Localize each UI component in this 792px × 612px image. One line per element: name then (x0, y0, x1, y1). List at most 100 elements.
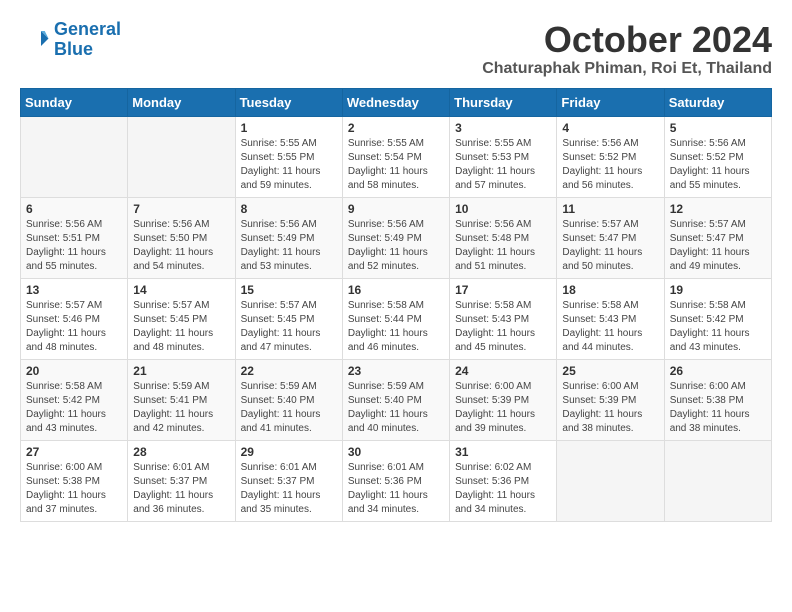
day-number: 20 (26, 364, 122, 378)
day-number: 22 (241, 364, 337, 378)
day-info: Sunrise: 6:00 AM Sunset: 5:39 PM Dayligh… (455, 380, 551, 436)
weekday-header-row: SundayMondayTuesdayWednesdayThursdayFrid… (21, 88, 772, 116)
calendar-day-cell: 23 Sunrise: 5:59 AM Sunset: 5:40 PM Dayli… (342, 359, 449, 440)
logo: General Blue (20, 20, 121, 60)
calendar-day-cell: 12Sunrise: 5:57 AM Sunset: 5:47 PM Dayli… (664, 197, 771, 278)
day-number: 1 (241, 121, 337, 135)
calendar-day-cell: 31 Sunrise: 6:02 AM Sunset: 5:36 PM Dayli… (450, 440, 557, 521)
calendar-week-row: 13Sunrise: 5:57 AM Sunset: 5:46 PM Dayli… (21, 278, 772, 359)
day-info: Sunrise: 5:58 AM Sunset: 5:43 PM Dayligh… (455, 299, 551, 355)
weekday-header-cell: Monday (128, 88, 235, 116)
day-number: 27 (26, 445, 122, 459)
calendar-table: SundayMondayTuesdayWednesdayThursdayFrid… (20, 88, 772, 522)
day-number: 16 (348, 283, 444, 297)
day-number: 30 (348, 445, 444, 459)
day-number: 19 (670, 283, 766, 297)
calendar-day-cell: 4 Sunrise: 5:56 AM Sunset: 5:52 PM Daylig… (557, 116, 664, 197)
calendar-day-cell: 24 Sunrise: 6:00 AM Sunset: 5:39 PM Dayli… (450, 359, 557, 440)
calendar-day-cell: 10 Sunrise: 5:56 AM Sunset: 5:48 PM Dayli… (450, 197, 557, 278)
calendar-day-cell: 8 Sunrise: 5:56 AM Sunset: 5:49 PM Daylig… (235, 197, 342, 278)
calendar-day-cell: 15 Sunrise: 5:57 AM Sunset: 5:45 PM Dayli… (235, 278, 342, 359)
calendar-day-cell: 9Sunrise: 5:56 AM Sunset: 5:49 PM Daylig… (342, 197, 449, 278)
location-title: Chaturaphak Phiman, Roi Et, Thailand (482, 60, 772, 78)
weekday-header-cell: Friday (557, 88, 664, 116)
day-number: 3 (455, 121, 551, 135)
calendar-day-cell: 14 Sunrise: 5:57 AM Sunset: 5:45 PM Dayli… (128, 278, 235, 359)
calendar-day-cell (557, 440, 664, 521)
month-title: October 2024 (482, 20, 772, 60)
calendar-day-cell: 13Sunrise: 5:57 AM Sunset: 5:46 PM Dayli… (21, 278, 128, 359)
day-number: 28 (133, 445, 229, 459)
day-info: Sunrise: 5:59 AM Sunset: 5:41 PM Dayligh… (133, 380, 229, 436)
logo-icon (20, 25, 50, 55)
calendar-day-cell: 5Sunrise: 5:56 AM Sunset: 5:52 PM Daylig… (664, 116, 771, 197)
logo-line2: Blue (54, 40, 121, 60)
calendar-day-cell (128, 116, 235, 197)
day-info: Sunrise: 6:01 AM Sunset: 5:37 PM Dayligh… (133, 461, 229, 517)
calendar-day-cell: 22Sunrise: 5:59 AM Sunset: 5:40 PM Dayli… (235, 359, 342, 440)
day-info: Sunrise: 5:57 AM Sunset: 5:45 PM Dayligh… (241, 299, 337, 355)
calendar-week-row: 6 Sunrise: 5:56 AM Sunset: 5:51 PM Daylig… (21, 197, 772, 278)
logo-line1: General (54, 19, 121, 39)
day-info: Sunrise: 5:56 AM Sunset: 5:52 PM Dayligh… (562, 137, 658, 193)
day-info: Sunrise: 6:00 AM Sunset: 5:39 PM Dayligh… (562, 380, 658, 436)
day-number: 25 (562, 364, 658, 378)
day-info: Sunrise: 6:02 AM Sunset: 5:36 PM Dayligh… (455, 461, 551, 517)
day-number: 4 (562, 121, 658, 135)
calendar-day-cell: 28 Sunrise: 6:01 AM Sunset: 5:37 PM Dayli… (128, 440, 235, 521)
calendar-day-cell: 29Sunrise: 6:01 AM Sunset: 5:37 PM Dayli… (235, 440, 342, 521)
calendar-week-row: 20 Sunrise: 5:58 AM Sunset: 5:42 PM Dayli… (21, 359, 772, 440)
calendar-day-cell (21, 116, 128, 197)
day-number: 14 (133, 283, 229, 297)
calendar-day-cell: 1Sunrise: 5:55 AM Sunset: 5:55 PM Daylig… (235, 116, 342, 197)
day-number: 9 (348, 202, 444, 216)
day-number: 18 (562, 283, 658, 297)
calendar-day-cell: 7Sunrise: 5:56 AM Sunset: 5:50 PM Daylig… (128, 197, 235, 278)
day-info: Sunrise: 5:56 AM Sunset: 5:48 PM Dayligh… (455, 218, 551, 274)
day-info: Sunrise: 5:58 AM Sunset: 5:43 PM Dayligh… (562, 299, 658, 355)
calendar-day-cell: 2Sunrise: 5:55 AM Sunset: 5:54 PM Daylig… (342, 116, 449, 197)
calendar-day-cell: 3Sunrise: 5:55 AM Sunset: 5:53 PM Daylig… (450, 116, 557, 197)
day-number: 10 (455, 202, 551, 216)
weekday-header-cell: Sunday (21, 88, 128, 116)
day-number: 7 (133, 202, 229, 216)
day-info: Sunrise: 6:00 AM Sunset: 5:38 PM Dayligh… (670, 380, 766, 436)
calendar-day-cell: 16Sunrise: 5:58 AM Sunset: 5:44 PM Dayli… (342, 278, 449, 359)
day-info: Sunrise: 6:00 AM Sunset: 5:38 PM Dayligh… (26, 461, 122, 517)
day-info: Sunrise: 6:01 AM Sunset: 5:36 PM Dayligh… (348, 461, 444, 517)
day-info: Sunrise: 5:56 AM Sunset: 5:51 PM Dayligh… (26, 218, 122, 274)
day-info: Sunrise: 5:56 AM Sunset: 5:49 PM Dayligh… (241, 218, 337, 274)
calendar-day-cell (664, 440, 771, 521)
day-number: 11 (562, 202, 658, 216)
day-number: 21 (133, 364, 229, 378)
day-number: 6 (26, 202, 122, 216)
calendar-day-cell: 6 Sunrise: 5:56 AM Sunset: 5:51 PM Daylig… (21, 197, 128, 278)
calendar-day-cell: 30 Sunrise: 6:01 AM Sunset: 5:36 PM Dayli… (342, 440, 449, 521)
day-number: 15 (241, 283, 337, 297)
calendar-day-cell: 19 Sunrise: 5:58 AM Sunset: 5:42 PM Dayli… (664, 278, 771, 359)
weekday-header-cell: Wednesday (342, 88, 449, 116)
calendar-day-cell: 25 Sunrise: 6:00 AM Sunset: 5:39 PM Dayli… (557, 359, 664, 440)
day-info: Sunrise: 5:57 AM Sunset: 5:45 PM Dayligh… (133, 299, 229, 355)
calendar-day-cell: 27 Sunrise: 6:00 AM Sunset: 5:38 PM Dayli… (21, 440, 128, 521)
calendar-day-cell: 21 Sunrise: 5:59 AM Sunset: 5:41 PM Dayli… (128, 359, 235, 440)
day-number: 5 (670, 121, 766, 135)
day-number: 29 (241, 445, 337, 459)
day-info: Sunrise: 5:58 AM Sunset: 5:42 PM Dayligh… (670, 299, 766, 355)
logo-text: General Blue (54, 20, 121, 60)
day-info: Sunrise: 5:58 AM Sunset: 5:42 PM Dayligh… (26, 380, 122, 436)
day-number: 17 (455, 283, 551, 297)
calendar-week-row: 1Sunrise: 5:55 AM Sunset: 5:55 PM Daylig… (21, 116, 772, 197)
weekday-header-cell: Thursday (450, 88, 557, 116)
day-info: Sunrise: 5:57 AM Sunset: 5:47 PM Dayligh… (670, 218, 766, 274)
calendar-body: 1Sunrise: 5:55 AM Sunset: 5:55 PM Daylig… (21, 116, 772, 521)
day-number: 31 (455, 445, 551, 459)
day-number: 8 (241, 202, 337, 216)
calendar-day-cell: 18 Sunrise: 5:58 AM Sunset: 5:43 PM Dayli… (557, 278, 664, 359)
day-number: 24 (455, 364, 551, 378)
day-number: 23 (348, 364, 444, 378)
day-number: 13 (26, 283, 122, 297)
page-header: General Blue October 2024 Chaturaphak Ph… (20, 20, 772, 78)
weekday-header-cell: Saturday (664, 88, 771, 116)
day-info: Sunrise: 5:59 AM Sunset: 5:40 PM Dayligh… (348, 380, 444, 436)
